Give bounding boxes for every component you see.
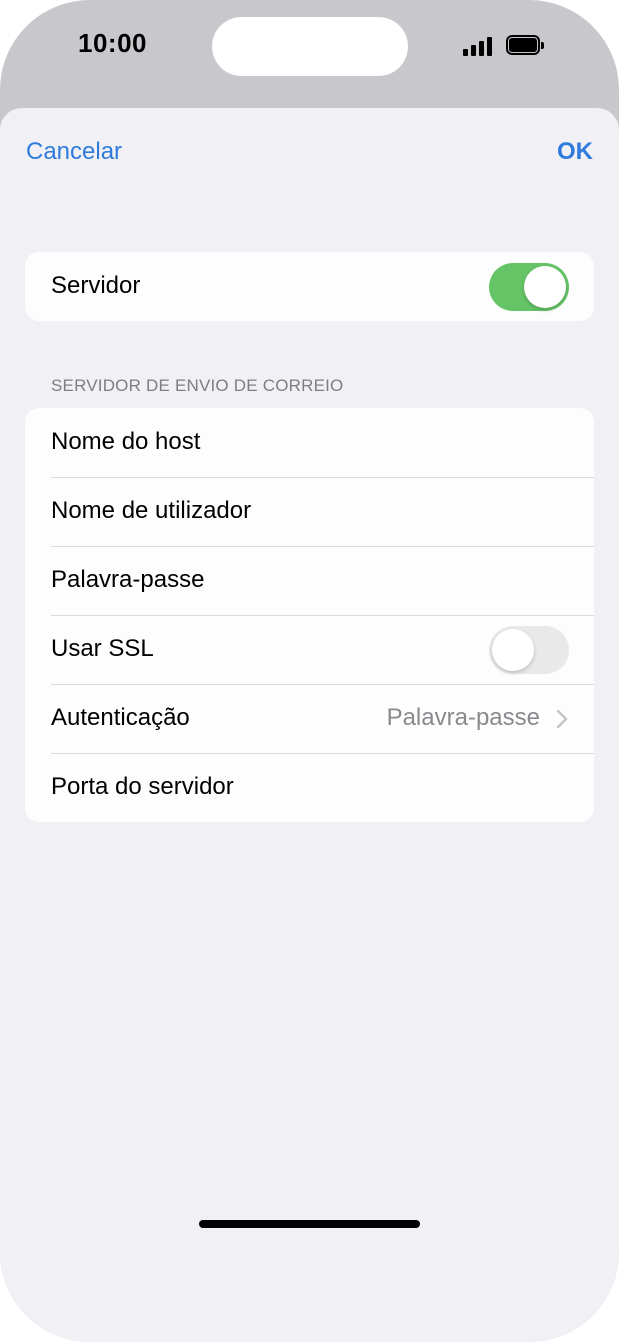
username-label: Nome de utilizador (51, 497, 252, 524)
server-port-row[interactable]: Porta do servidor (25, 753, 594, 822)
password-row[interactable]: Palavra-passe (25, 546, 594, 615)
home-indicator[interactable] (199, 1220, 420, 1228)
hostname-row[interactable]: Nome do host (25, 408, 594, 477)
toggle-knob (524, 266, 566, 308)
use-ssl-label: Usar SSL (51, 635, 154, 662)
server-row[interactable]: Servidor (25, 252, 594, 321)
smtp-section-header: SERVIDOR DE ENVIO DE CORREIO (51, 376, 344, 395)
authentication-row[interactable]: Autenticação Palavra-passe (25, 684, 594, 753)
battery-icon (506, 35, 544, 55)
chevron-right-icon (556, 710, 568, 728)
server-group: Servidor (25, 252, 594, 321)
password-label: Palavra-passe (51, 566, 205, 593)
settings-sheet: Cancelar OK Servidor SERVIDOR DE ENVIO D… (0, 108, 619, 1342)
cancel-button[interactable]: Cancelar (26, 138, 122, 166)
hostname-label: Nome do host (51, 428, 201, 455)
authentication-value: Palavra-passe (386, 704, 540, 731)
server-toggle[interactable] (489, 263, 569, 311)
smtp-group: Nome do host Nome de utilizador Palavra-… (25, 408, 594, 822)
server-label: Servidor (51, 272, 141, 299)
use-ssl-toggle[interactable] (489, 626, 569, 674)
toggle-knob (492, 629, 534, 671)
ok-button[interactable]: OK (557, 138, 593, 166)
server-port-label: Porta do servidor (51, 773, 234, 800)
username-row[interactable]: Nome de utilizador (25, 477, 594, 546)
use-ssl-row[interactable]: Usar SSL (25, 615, 594, 684)
phone-screen: 10:00 Cancelar OK Servidor SERVIDOR DE E… (0, 0, 619, 1342)
authentication-label: Autenticação (51, 704, 190, 731)
status-time: 10:00 (78, 28, 147, 58)
dynamic-island (212, 17, 408, 76)
signal-icon (463, 36, 495, 56)
status-bar: 10:00 (0, 0, 619, 100)
